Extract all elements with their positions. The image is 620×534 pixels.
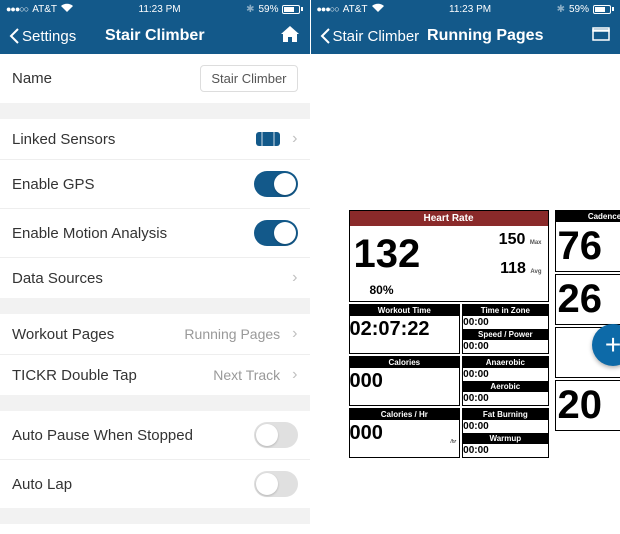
carrier-label: AT&T [343,4,368,15]
battery-pct: 59% [569,4,589,15]
settings-list: Name Stair Climber Linked Sensors › Enab… [0,54,310,534]
chevron-right-icon: › [292,366,297,384]
clock: 11:23 PM [449,4,491,15]
folder-icon [592,27,610,41]
status-bar: ●●●○○ AT&T 11:23 PM ✱ 59% [0,0,310,18]
linked-sensors-row[interactable]: Linked Sensors › [0,119,310,159]
tile-header: Warmup [463,433,547,444]
folder-button[interactable] [592,27,610,46]
row-label: Data Sources [12,270,103,287]
row-value: Next Track [213,367,280,383]
aerobic-value: 00:00 [463,392,547,405]
chevron-left-icon [319,28,331,44]
data-sources-row[interactable]: Data Sources › [0,257,310,298]
anaerobic-value: 00:00 [463,368,547,381]
tile-header: Time in Zone [463,305,547,316]
wifi-icon [372,3,384,15]
wifi-icon [61,3,73,15]
back-button[interactable]: Settings [8,28,76,45]
signal-dots: ●●●○○ [6,4,28,14]
row-label: Enable Motion Analysis [12,225,167,242]
gps-toggle[interactable] [254,171,298,197]
time-zone-value: 00:00 [463,316,547,329]
data-page-side[interactable]: Cadence 76 26 4 20 [555,210,620,433]
pages-preview[interactable]: Heart Rate 132 150 Max 118 Avg 80% Worko… [311,54,620,534]
name-input[interactable]: Stair Climber [200,65,297,92]
plus-icon: + [605,329,620,361]
back-button[interactable]: Stair Climber [319,28,420,45]
status-bar: ●●●○○ AT&T 11:23 PM ✱ 59% [311,0,620,18]
hr-max: 150 [499,231,526,248]
row-label: Enable GPS [12,176,95,193]
speed-value: 00:00 [463,340,547,353]
back-label: Settings [22,28,76,45]
row-label: Auto Pause When Stopped [12,427,193,444]
auto-pause-toggle[interactable] [254,422,298,448]
tile-header: Speed / Power [463,329,547,340]
motion-toggle[interactable] [254,220,298,246]
tile-header: Workout Time [350,305,460,316]
home-button[interactable] [280,25,300,48]
right-screenshot: ●●●○○ AT&T 11:23 PM ✱ 59% Stair Climber … [311,0,620,534]
nav-bar: Settings Stair Climber [0,18,310,54]
tile-header: Aerobic [463,381,547,392]
clock: 11:23 PM [139,4,181,15]
auto-pause-row: Auto Pause When Stopped [0,411,310,459]
enable-gps-row: Enable GPS [0,159,310,208]
hr-avg: 118 [500,260,526,277]
warmup-value: 00:00 [463,444,547,457]
side-value-2: 26 [556,275,620,324]
auto-lap-row: Auto Lap [0,459,310,508]
home-icon [280,25,300,43]
tile-header: Fat Burning [463,409,547,420]
data-page-main[interactable]: Heart Rate 132 150 Max 118 Avg 80% Worko… [349,210,549,460]
sensor-icon [256,132,280,146]
row-value: Running Pages [184,326,280,342]
tile-header: Cadence [556,211,620,222]
chevron-left-icon [8,28,20,44]
name-row[interactable]: Name Stair Climber [0,54,310,103]
name-label: Name [12,70,52,87]
chevron-right-icon: › [292,269,297,287]
workout-pages-row[interactable]: Workout Pages Running Pages › [0,314,310,354]
bluetooth-icon: ✱ [557,4,565,15]
nav-bar: Stair Climber Running Pages [311,18,620,54]
tickr-row[interactable]: TICKR Double Tap Next Track › [0,354,310,395]
auto-lap-toggle[interactable] [254,471,298,497]
carrier-label: AT&T [32,4,57,15]
cal-hr-value: 000/hr [350,420,460,447]
row-label: Workout Pages [12,326,114,343]
tile-header: Calories / Hr [350,409,460,420]
calories-value: 000 [350,368,460,395]
back-label: Stair Climber [333,28,420,45]
signal-dots: ●●●○○ [317,4,339,14]
audio-row[interactable]: Audio Announcements › [0,524,310,534]
cadence-value: 76 [556,222,620,271]
fat-value: 00:00 [463,420,547,433]
hr-value: 132 [350,226,481,283]
workout-time-value: 02:07:22 [350,316,460,343]
battery-icon [593,5,614,14]
row-label: Auto Lap [12,476,72,493]
tile-header: Anaerobic [463,357,547,368]
enable-motion-row: Enable Motion Analysis [0,208,310,257]
bluetooth-icon: ✱ [246,4,254,15]
chevron-right-icon: › [292,130,297,148]
battery-pct: 59% [258,4,278,15]
tile-header: Calories [350,357,460,368]
hr-tile: Heart Rate 132 150 Max 118 Avg 80% [349,210,549,302]
side-value-4: 20 [556,381,620,430]
row-label: TICKR Double Tap [12,367,137,384]
row-label: Linked Sensors [12,131,115,148]
battery-icon [282,5,303,14]
left-screenshot: ●●●○○ AT&T 11:23 PM ✱ 59% Settings Stair… [0,0,311,534]
hr-percent: 80% [350,283,548,301]
chevron-right-icon: › [292,325,297,343]
tile-header: Heart Rate [350,211,548,226]
